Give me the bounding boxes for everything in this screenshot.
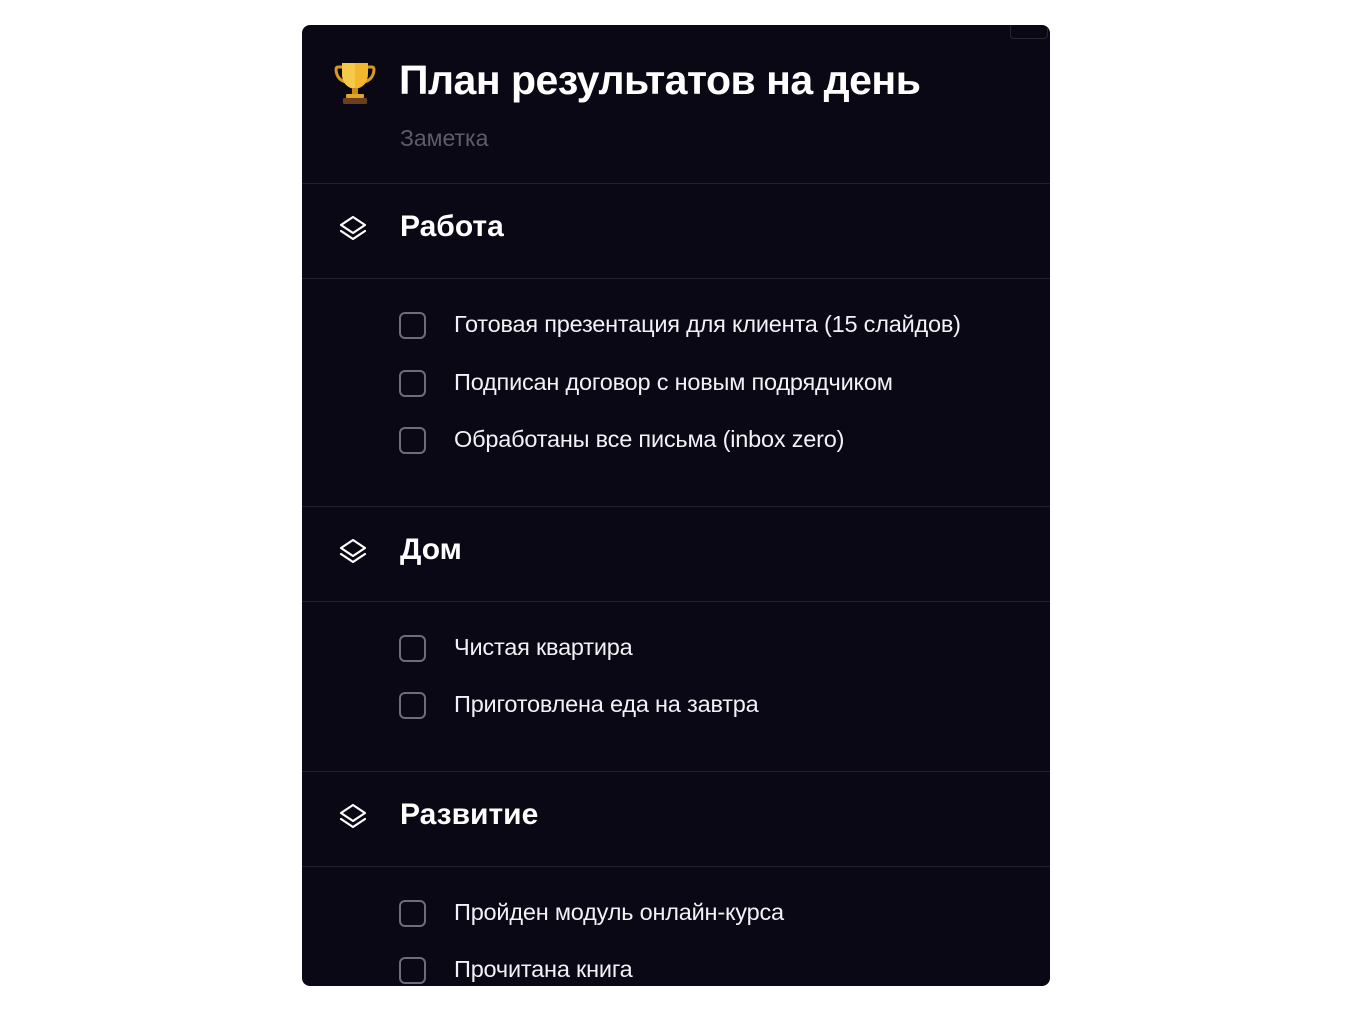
checklist-item-label[interactable]: Подписан договор с новым подрядчиком xyxy=(454,369,893,396)
checkbox[interactable] xyxy=(399,369,426,397)
checklist-item-label[interactable]: Готовая презентация для клиента (15 слай… xyxy=(454,311,961,338)
checklist-item: Готовая презентация для клиента (15 слай… xyxy=(302,307,1050,365)
page-title[interactable]: План результатов на день xyxy=(399,57,921,104)
section-header[interactable]: Развитие xyxy=(302,772,1050,867)
layers-icon xyxy=(339,803,367,828)
note-card: План результатов на день Заметка Работа … xyxy=(302,25,1050,986)
checkbox[interactable] xyxy=(399,634,426,662)
section-header[interactable]: Дом xyxy=(302,507,1050,602)
checklist-item: Чистая квартира xyxy=(302,630,1050,688)
checklist-item-label[interactable]: Чистая квартира xyxy=(454,634,633,661)
note-type-label: Заметка xyxy=(400,125,489,151)
checklist-item: Приготовлена еда на завтра xyxy=(302,687,1050,745)
checklist-item: Пройден модуль онлайн-курса xyxy=(302,895,1050,953)
checkbox[interactable] xyxy=(399,692,426,719)
checklist-item: Прочитана книга xyxy=(302,952,1050,986)
checkbox[interactable] xyxy=(399,312,426,339)
checklist: Готовая презентация для клиента (15 слай… xyxy=(302,279,1050,507)
checklist: Пройден модуль онлайн-курса Прочитана кн… xyxy=(302,867,1050,987)
checkbox[interactable] xyxy=(399,427,426,454)
section-growth: Развитие Пройден модуль онлайн-курса Про… xyxy=(302,772,1050,987)
checkbox[interactable] xyxy=(399,899,426,927)
section-work: Работа Готовая презентация для клиента (… xyxy=(302,184,1050,507)
section-header[interactable]: Работа xyxy=(302,184,1050,279)
checklist-item-label[interactable]: Обработаны все письма (inbox zero) xyxy=(454,426,845,453)
checkbox[interactable] xyxy=(399,957,426,984)
checklist-item-label[interactable]: Приготовлена еда на завтра xyxy=(454,691,759,718)
checklist-item-label[interactable]: Прочитана книга xyxy=(454,956,633,983)
note-header: План результатов на день Заметка xyxy=(302,25,1050,184)
layers-icon xyxy=(339,538,367,563)
trophy-icon xyxy=(334,63,376,104)
section-title: Работа xyxy=(400,210,504,243)
checklist-item: Подписан договор с новым подрядчиком xyxy=(302,365,1050,423)
checklist-item-label[interactable]: Пройден модуль онлайн-курса xyxy=(454,899,784,926)
section-home: Дом Чистая квартира Приготовлена еда на … xyxy=(302,507,1050,772)
layers-icon xyxy=(339,215,367,241)
checklist-item: Обработаны все письма (inbox zero) xyxy=(302,422,1050,480)
checklist: Чистая квартира Приготовлена еда на завт… xyxy=(302,602,1050,772)
section-title: Дом xyxy=(400,532,462,566)
section-title: Развитие xyxy=(400,797,539,831)
